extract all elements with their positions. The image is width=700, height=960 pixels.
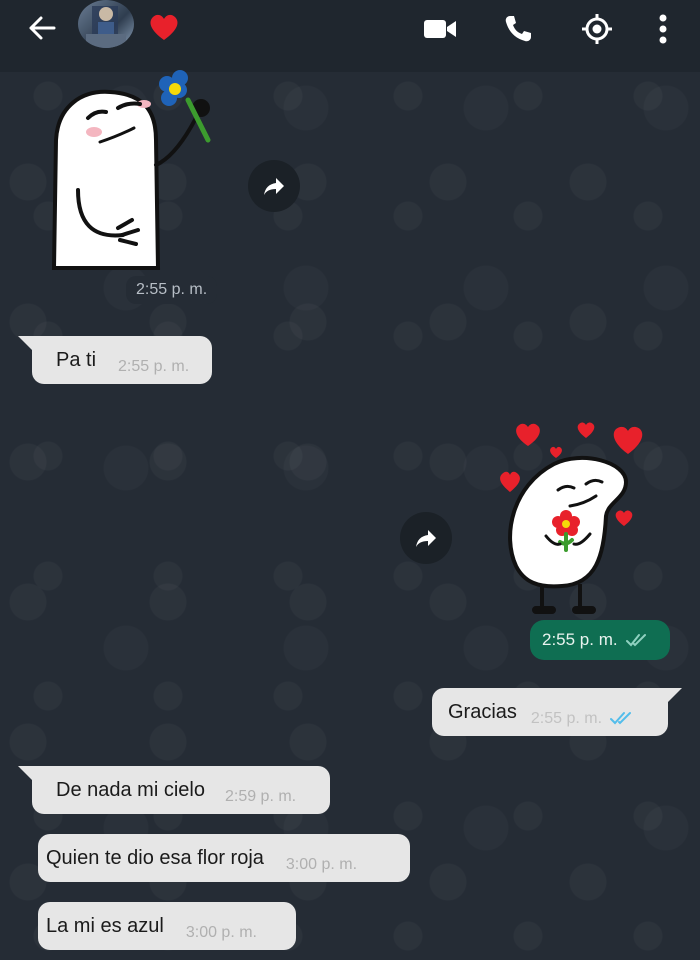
- sticker-time: 2:55 p. m.: [126, 276, 218, 304]
- message-text: De nada mi cielo: [56, 778, 205, 801]
- forward-icon: [416, 530, 436, 547]
- message-time: 3:00 p. m.: [285, 856, 358, 873]
- sent-sticker-time-badge: 2:55 p. m.: [530, 620, 670, 660]
- message-text: Pa ti: [56, 348, 97, 371]
- message-time: 2:55 p. m.: [530, 710, 603, 727]
- forward-button-2[interactable]: [400, 512, 452, 564]
- forward-icon: [264, 178, 284, 195]
- chat-screen: 2:55 p. m. Pa ti 2:55 p. m. 2:55 p. m. G…: [0, 0, 700, 960]
- flower-sticker-sent[interactable]: [496, 416, 652, 620]
- arrow-left-icon[interactable]: [22, 10, 62, 46]
- flower-sticker-received[interactable]: [48, 70, 218, 270]
- chat-header: [0, 0, 700, 72]
- avatar[interactable]: [78, 0, 134, 48]
- received-message[interactable]: Pa ti 2:55 p. m.: [18, 336, 212, 384]
- message-text: Gracias: [448, 700, 517, 723]
- received-message[interactable]: La mi es azul 3:00 p. m.: [38, 902, 296, 950]
- message-time: 2:55 p. m.: [118, 358, 190, 375]
- message-text: Quien te dio esa flor roja: [46, 846, 264, 869]
- red-heart-icon: [148, 12, 180, 47]
- message-time: 2:59 p. m.: [224, 788, 297, 805]
- more-vertical-icon[interactable]: [650, 10, 676, 48]
- double-check-icon: [610, 712, 632, 725]
- received-message[interactable]: De nada mi cielo 2:59 p. m.: [18, 766, 330, 814]
- sticker-time: 2:55 p. m.: [542, 630, 618, 649]
- message-text: La mi es azul: [46, 914, 164, 937]
- sent-message[interactable]: Gracias 2:55 p. m.: [432, 688, 682, 736]
- double-check-icon: [625, 634, 646, 647]
- forward-button-1[interactable]: [248, 160, 300, 212]
- received-message[interactable]: Quien te dio esa flor roja 3:00 p. m.: [38, 834, 410, 882]
- video-camera-icon[interactable]: [422, 14, 458, 44]
- live-location-icon[interactable]: [578, 10, 616, 48]
- phone-icon[interactable]: [500, 12, 536, 46]
- message-time: 3:00 p. m.: [185, 924, 257, 941]
